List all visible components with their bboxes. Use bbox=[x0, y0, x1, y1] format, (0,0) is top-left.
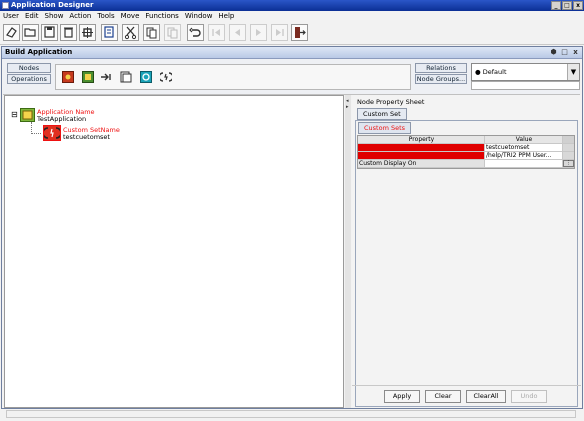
tree-collapse-toggle[interactable]: ⊟ bbox=[11, 111, 18, 119]
main-toolbar bbox=[0, 22, 584, 45]
next-icon[interactable] bbox=[250, 24, 267, 41]
property-name-cell[interactable]: Custom Url bbox=[358, 152, 485, 159]
status-bar bbox=[0, 409, 584, 421]
eraser-icon[interactable] bbox=[3, 24, 20, 41]
menu-action[interactable]: Action bbox=[66, 11, 94, 22]
exit-icon[interactable] bbox=[291, 24, 308, 41]
group-filter-field[interactable] bbox=[471, 81, 580, 90]
maximize-button[interactable]: □ bbox=[562, 1, 572, 10]
menu-move[interactable]: Move bbox=[118, 11, 143, 22]
custom-set-name-value[interactable]: testcuetomset bbox=[63, 133, 110, 141]
page-icon[interactable] bbox=[120, 71, 132, 83]
copy-icon[interactable] bbox=[143, 24, 160, 41]
grid-icon[interactable] bbox=[82, 71, 94, 83]
menu-help[interactable]: Help bbox=[215, 11, 237, 22]
clear-button[interactable]: Clear bbox=[425, 390, 461, 403]
close-button[interactable]: x bbox=[573, 1, 583, 10]
property-name-cell[interactable]: Custom SetName bbox=[358, 144, 485, 151]
tab-relations[interactable]: Relations bbox=[415, 63, 467, 73]
tab-operations[interactable]: Operations bbox=[7, 74, 51, 84]
table-row[interactable]: Custom Display On ⋮ bbox=[358, 160, 574, 168]
scrollbar-track[interactable] bbox=[563, 144, 574, 151]
build-application-panel: Build Application ⬢ □ x Nodes Operations bbox=[1, 46, 583, 409]
prev-icon[interactable] bbox=[229, 24, 246, 41]
relation-icon[interactable] bbox=[62, 71, 74, 83]
property-column-header[interactable]: Property bbox=[358, 136, 485, 143]
paste-icon[interactable] bbox=[164, 24, 181, 41]
custom-set-icon[interactable] bbox=[158, 71, 174, 83]
menu-edit[interactable]: Edit bbox=[22, 11, 42, 22]
chevron-down-icon[interactable]: ▼ bbox=[567, 64, 579, 80]
table-row[interactable]: Custom Url /help/TRI2 PPM User... bbox=[358, 152, 574, 160]
app-logo-icon bbox=[2, 2, 9, 9]
build-panel-title: Build Application bbox=[5, 48, 73, 56]
node-tree-pane: ⊟ Application Name TestApplication Custo… bbox=[4, 95, 344, 408]
restore-panel-button[interactable]: □ bbox=[560, 48, 569, 56]
delete-icon[interactable] bbox=[60, 24, 77, 41]
build-panel-top-bar: Nodes Operations Relations Node Groups..… bbox=[3, 59, 580, 95]
window-title-bar[interactable]: Application Designer _ □ x bbox=[0, 0, 584, 11]
grid-scroll-corner bbox=[563, 136, 574, 143]
scrollbar-track[interactable] bbox=[563, 152, 574, 159]
menu-window[interactable]: Window bbox=[182, 11, 216, 22]
open-folder-icon[interactable] bbox=[22, 24, 39, 41]
build-panel-title-bar: Build Application ⬢ □ x bbox=[2, 47, 582, 59]
tab-node-groups[interactable]: Node Groups... bbox=[415, 74, 467, 84]
pane-splitter[interactable]: ◂ ▸ bbox=[345, 95, 351, 408]
splitter-right-arrow-icon[interactable]: ▸ bbox=[346, 105, 349, 110]
application-node-icon[interactable] bbox=[20, 108, 35, 122]
tab-custom-sets[interactable]: Custom Sets bbox=[358, 122, 412, 134]
application-name-value[interactable]: TestApplication bbox=[37, 115, 86, 123]
value-column-header[interactable]: Value bbox=[485, 136, 563, 143]
menu-show[interactable]: Show bbox=[42, 11, 67, 22]
property-grid-header: Property Value bbox=[358, 136, 574, 144]
default-group-select[interactable]: ● Default ▼ bbox=[471, 63, 580, 81]
property-grid: Property Value Custom SetName testcuetom… bbox=[357, 135, 575, 169]
node-type-palette bbox=[55, 64, 411, 90]
tab-custom-set[interactable]: Custom Set bbox=[357, 108, 407, 120]
clear-all-button[interactable]: ClearAll bbox=[466, 390, 506, 403]
property-value-cell[interactable]: testcuetomset bbox=[485, 144, 563, 151]
undo-icon[interactable] bbox=[187, 24, 204, 41]
menu-tools[interactable]: Tools bbox=[94, 11, 117, 22]
property-sheet-actions: Apply Clear ClearAll Undo bbox=[352, 385, 581, 408]
custom-set-node-icon[interactable] bbox=[42, 125, 62, 141]
node-property-sheet: Node Property Sheet Custom Set Custom Se… bbox=[352, 95, 581, 408]
undo-button[interactable]: Undo bbox=[511, 390, 547, 403]
save-icon[interactable] bbox=[41, 24, 58, 41]
first-icon[interactable] bbox=[208, 24, 225, 41]
property-value-cell[interactable] bbox=[485, 160, 563, 167]
ellipsis-button[interactable]: ⋮ bbox=[563, 160, 574, 167]
arrow-icon[interactable] bbox=[100, 71, 112, 83]
scissors-icon[interactable] bbox=[122, 24, 139, 41]
properties-icon[interactable] bbox=[101, 24, 118, 41]
cut-frame-icon[interactable] bbox=[79, 24, 96, 41]
close-panel-button[interactable]: x bbox=[571, 48, 580, 56]
status-bar-field bbox=[6, 410, 576, 418]
float-panel-button[interactable]: ⬢ bbox=[549, 48, 558, 56]
last-icon[interactable] bbox=[271, 24, 288, 41]
menu-user[interactable]: User bbox=[0, 11, 22, 22]
apply-button[interactable]: Apply bbox=[384, 390, 420, 403]
minimize-button[interactable]: _ bbox=[551, 1, 561, 10]
default-group-value: ● Default bbox=[475, 68, 507, 76]
property-sheet-title: Node Property Sheet bbox=[357, 98, 425, 106]
window-title: Application Designer bbox=[11, 1, 94, 9]
table-row[interactable]: Custom SetName testcuetomset bbox=[358, 144, 574, 152]
refresh-icon[interactable] bbox=[140, 71, 152, 83]
tab-nodes[interactable]: Nodes bbox=[7, 63, 51, 73]
menu-functions[interactable]: Functions bbox=[142, 11, 181, 22]
tree-connector-horizontal bbox=[31, 133, 41, 135]
property-value-cell[interactable]: /help/TRI2 PPM User... bbox=[485, 152, 563, 159]
property-name-cell[interactable]: Custom Display On bbox=[358, 160, 485, 167]
menu-bar: User Edit Show Action Tools Move Functio… bbox=[0, 11, 584, 22]
